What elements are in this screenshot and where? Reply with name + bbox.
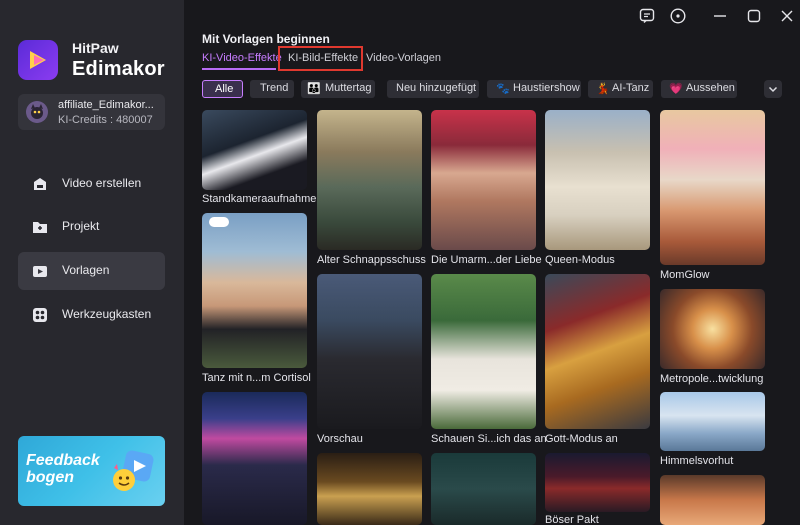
info-icon[interactable] [669,7,687,25]
template-card[interactable] [202,213,307,368]
heart-face-icon: 💗 [669,83,683,95]
template-card[interactable] [660,110,765,265]
sidebar: HitPaw Edimakor affiliate_Edimakor... KI… [0,0,184,525]
filter-muttertag[interactable]: 👪 Muttertag [301,80,375,98]
template-card[interactable] [431,110,536,250]
nav-projekt[interactable]: Projekt [18,208,165,246]
template-card[interactable] [431,274,536,429]
tab-ki-video-effekte[interactable]: KI-Video-Effekte [202,52,282,64]
feedback-emoji-icon [113,450,154,491]
filter-label: Muttertag [325,82,372,94]
nav-vorlagen[interactable]: Vorlagen [18,252,165,290]
nav-label: Video erstellen [62,176,142,190]
close-icon[interactable] [778,7,796,25]
filter-neu-hinzugefuegt[interactable]: Neu hinzugefügt [387,80,479,98]
paw-icon: 🐾 [496,83,510,95]
nav-werkzeugkasten[interactable]: Werkzeugkasten [18,296,165,334]
nav-video-erstellen[interactable]: Video erstellen [18,165,165,203]
filter-label: AI-Tanz [612,82,650,94]
card-label: Queen-Modus [545,254,615,266]
template-card[interactable] [660,289,765,369]
template-card[interactable] [545,110,650,250]
nav-label: Vorlagen [62,263,110,277]
nav-label: Projekt [62,219,100,233]
feedback-icon[interactable] [638,7,656,25]
feedback-banner[interactable]: Feedback bogen [18,436,165,506]
filter-trend[interactable]: Trend [250,80,294,98]
account-credits: KI-Credits : 480007 [58,114,153,126]
active-tab-indicator [202,68,276,70]
filter-label: Haustiershow [513,82,580,94]
highlight-box [278,46,363,71]
nav-label: Werkzeugkasten [62,307,152,321]
card-label: Alter Schnappsschuss [317,254,426,266]
card-label: Schauen Si...ich das an [431,433,547,445]
account-panel[interactable]: affiliate_Edimakor... KI-Credits : 48000… [18,94,165,130]
card-label: Standkameraaufnahme [202,193,317,205]
template-card[interactable] [317,110,422,250]
template-card[interactable] [317,274,422,429]
template-card[interactable] [202,110,307,190]
card-label: Gott-Modus an [545,433,618,445]
template-card[interactable] [660,392,765,451]
template-card[interactable] [545,274,650,429]
avatar [26,101,48,123]
template-card[interactable] [545,453,650,512]
card-label: Himmelsvorhut [660,455,734,467]
brand-small: HitPaw [72,40,119,56]
filters-expand-button[interactable] [764,80,782,98]
page-title: Mit Vorlagen beginnen [202,32,330,46]
account-name: affiliate_Edimakor... [58,99,154,111]
folder-icon [33,222,47,233]
card-label: Tanz mit n...m Cortisol [202,372,311,384]
filter-label: Aussehen [686,82,735,94]
family-icon: 👪 [307,83,321,95]
card-label: MomGlow [660,269,710,281]
template-card[interactable] [660,475,765,525]
filter-haustiershow[interactable]: 🐾 Haustiershow [487,80,581,98]
filter-aussehen[interactable]: 💗 Aussehen [661,80,737,98]
tab-video-vorlagen[interactable]: Video-Vorlagen [366,52,441,64]
card-label: Böser Pakt [545,514,599,525]
video-create-icon [34,178,46,190]
main-panel: Mit Vorlagen beginnen KI-Video-Effekte K… [184,0,800,525]
card-label: Vorschau [317,433,363,445]
gauge-badge-icon [209,217,229,227]
maximize-icon[interactable] [745,7,763,25]
card-label: Metropole...twicklung [660,373,764,385]
minimize-icon[interactable] [711,7,729,25]
edimakor-logo-icon [18,40,58,80]
filter-ai-tanz[interactable]: 💃 AI-Tanz [588,80,653,98]
filter-alle[interactable]: Alle [202,80,243,98]
template-card[interactable] [317,453,422,525]
card-label: Die Umarm...der Liebe [431,254,542,266]
template-card[interactable] [202,392,307,525]
template-icon [33,266,47,277]
toolbox-icon [33,308,47,322]
brand-name: Edimakor [72,58,165,80]
dance-icon: 💃 [596,83,610,95]
template-card[interactable] [431,453,536,525]
chevron-down-icon [768,86,778,93]
